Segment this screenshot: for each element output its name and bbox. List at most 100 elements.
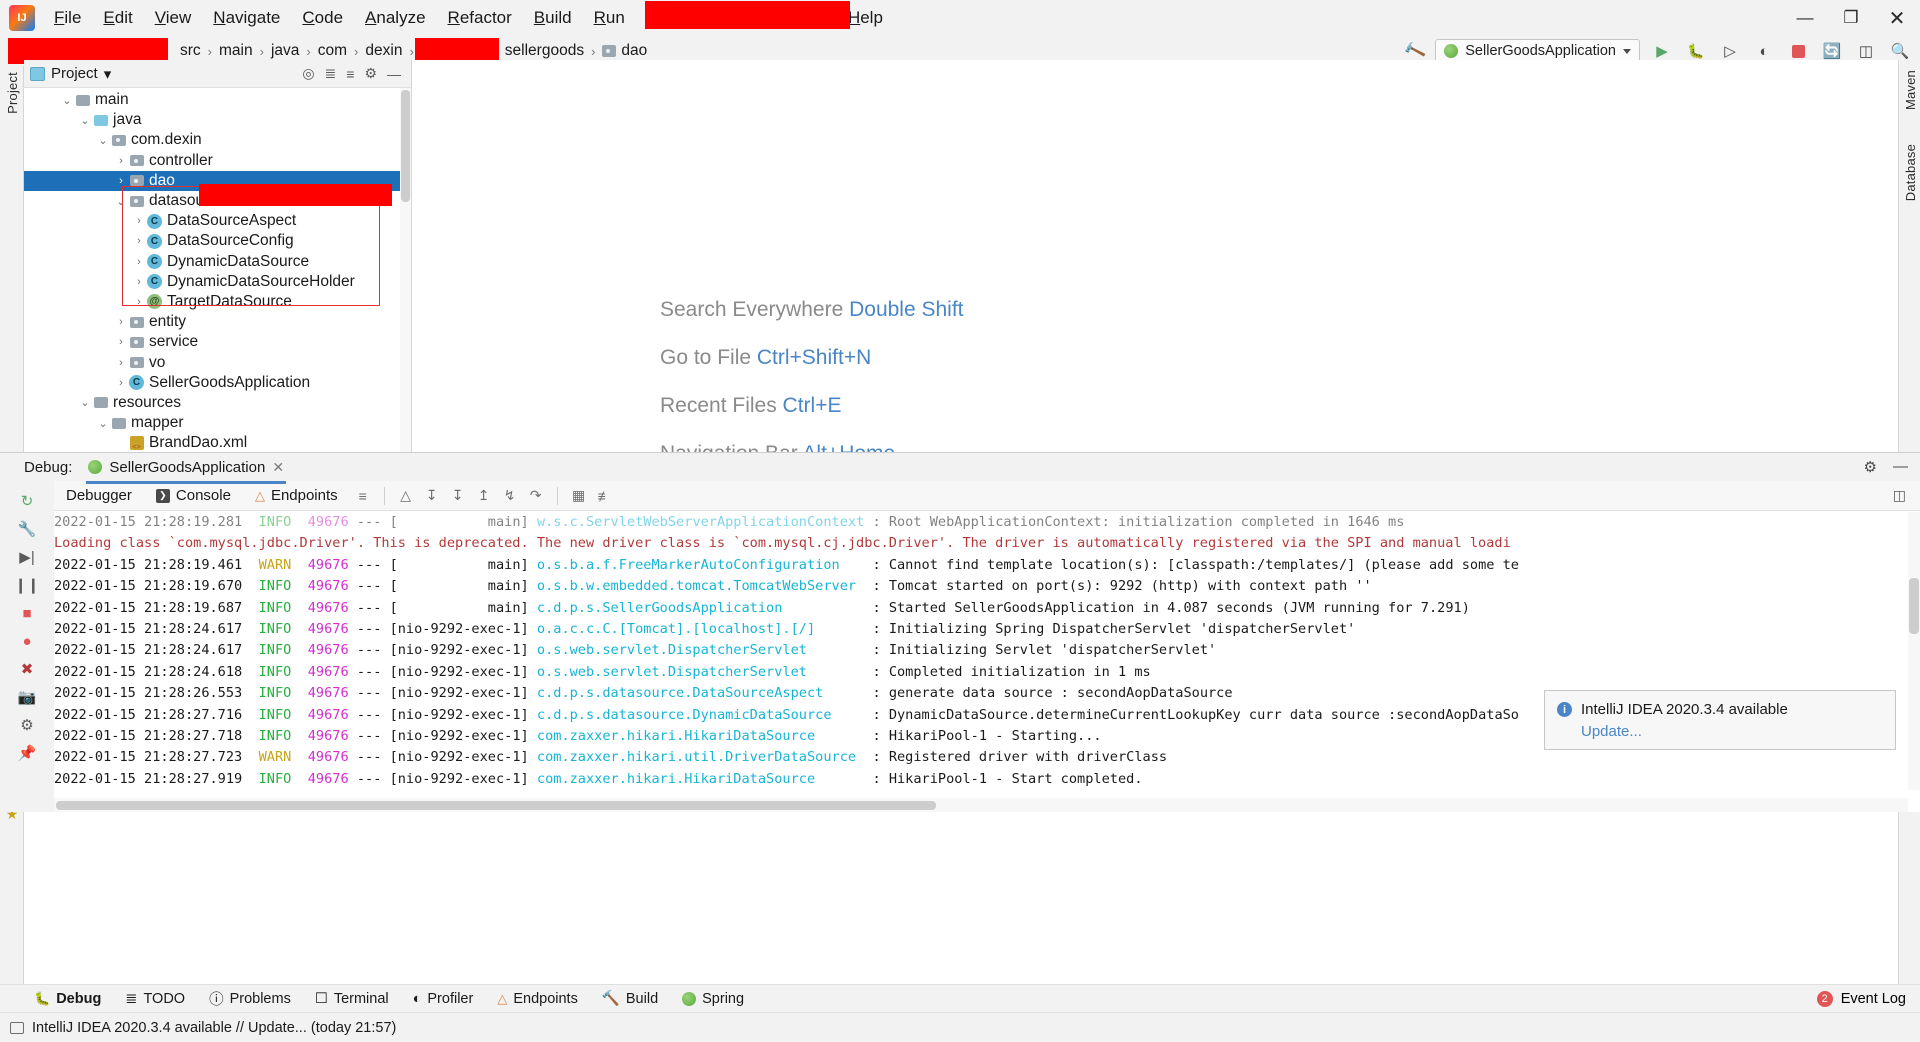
tree-node-mapper[interactable]: ⌄ mapper [24,413,411,433]
menu-item-file[interactable]: File [43,4,92,32]
breadcrumb-com[interactable]: com [312,42,353,60]
run-to-cursor-icon[interactable]: ↷ [523,485,549,507]
rerun-icon[interactable]: ↻ [14,487,40,515]
close-icon[interactable]: ✕ [272,459,284,476]
chevron-down-icon[interactable]: ⌄ [78,396,92,409]
tree-node-dynamicdatasourceholder[interactable]: › C DynamicDataSourceHolder [24,272,411,292]
view-breakpoints-icon[interactable]: ✖ [14,655,40,683]
breadcrumb-sellergoods[interactable]: sellergoods [499,42,590,60]
gear-icon[interactable]: ⚙ [364,65,377,82]
console-vertical-scrollbar[interactable] [1908,512,1920,790]
chevron-right-icon[interactable]: › [132,276,146,288]
menu-item-edit[interactable]: Edit [92,4,143,32]
step-into-icon[interactable]: ↧ [445,485,471,507]
menu-item-navigate[interactable]: Navigate [202,4,291,32]
settings-icon[interactable]: ⚙ [14,711,40,739]
tree-node-java[interactable]: ⌄ java [24,110,411,130]
expand-all-icon[interactable]: ≣ [325,65,337,82]
balloon-update-link[interactable]: Update... [1581,723,1883,740]
locate-icon[interactable]: ◎ [302,65,314,82]
tab-endpoints[interactable]: △ Endpoints [243,487,350,504]
bottom-tab-todo[interactable]: ≣ TODO [113,991,197,1007]
menu-item-run[interactable]: Run [583,4,636,32]
tree-node-dynamicdatasource[interactable]: › C DynamicDataSource [24,252,411,272]
step-over-icon[interactable]: ↧ [419,485,445,507]
pause-icon[interactable]: ❙❙ [14,571,40,599]
console-vscroll-thumb[interactable] [1909,578,1919,634]
evaluate-icon[interactable]: ▦ [566,485,592,507]
console-hscroll-thumb[interactable] [56,801,936,810]
list-icon[interactable]: ≡ [350,485,376,507]
gear-icon[interactable]: ⚙ [1864,458,1877,476]
force-step-icon[interactable]: ↥ [471,485,497,507]
menu-item-code[interactable]: Code [291,4,354,32]
camera-icon[interactable]: 📷 [14,683,40,711]
drop-frame-icon[interactable]: ↯ [497,485,523,507]
chevron-down-icon[interactable]: ⌄ [78,114,92,127]
tree-node-service[interactable]: › service [24,332,411,352]
chevron-right-icon[interactable]: › [132,215,146,227]
debug-session-tab[interactable]: SellerGoodsApplication ✕ [80,456,290,484]
project-scrollbar[interactable] [400,88,411,452]
breadcrumb-src[interactable]: src [174,42,207,60]
tree-node-datasourceaspect[interactable]: › C DataSourceAspect [24,211,411,231]
step-out-icon[interactable]: △ [393,485,419,507]
tree-node-branddao-xml[interactable]: BrandDao.xml [24,433,411,453]
bottom-tab-build[interactable]: 🔨 Build [590,990,670,1008]
menu-item-analyze[interactable]: Analyze [354,4,436,32]
tree-node-resources[interactable]: ⌄ resources [24,393,411,413]
menu-item-build[interactable]: Build [523,4,583,32]
tree-node-com-dexin[interactable]: ⌄ com.dexin [24,130,411,150]
tree-node-controller[interactable]: › controller [24,151,411,171]
menu-item-view[interactable]: View [144,4,203,32]
settings-icon[interactable]: ≢ [592,485,618,507]
chevron-right-icon[interactable]: › [132,256,146,268]
status-message[interactable]: IntelliJ IDEA 2020.3.4 available // Upda… [32,1020,396,1036]
tree-node-datasourceconfig[interactable]: › C DataSourceConfig [24,231,411,251]
chevron-right-icon[interactable]: › [114,336,128,348]
console-layout-icon[interactable]: ◫ [1893,487,1906,504]
chevron-down-icon[interactable]: ⌄ [60,94,74,107]
sidebar-item-maven[interactable]: Maven [1899,64,1920,116]
console-horizontal-scrollbar[interactable] [54,798,1908,812]
breadcrumb-main[interactable]: main [213,42,259,60]
tree-node-sellergoodsapplication[interactable]: › C SellerGoodsApplication [24,373,411,393]
breadcrumb-java[interactable]: java [265,42,305,60]
tree-node-main[interactable]: ⌄ main [24,90,411,110]
chevron-right-icon[interactable]: › [132,235,146,247]
bottom-tab-spring[interactable]: Spring [670,991,756,1007]
breadcrumb-dexin[interactable]: dexin [359,42,408,60]
chevron-right-icon[interactable]: › [114,357,128,369]
close-button[interactable]: ✕ [1874,1,1920,35]
chevron-down-icon[interactable]: ⌄ [114,195,128,208]
minimize-button[interactable]: — [1782,1,1828,35]
minimize-icon[interactable]: — [1893,458,1908,476]
tree-node-targetdatasource[interactable]: › @ TargetDataSource [24,292,411,312]
tree-node-entity[interactable]: › entity [24,312,411,332]
menu-item-refactor[interactable]: Refactor [437,4,523,32]
project-tree[interactable]: ⌄ main ⌄ java ⌄ com.dexin › controller › dao ⌄ data… [24,88,411,453]
chevron-down-icon[interactable]: ⌄ [96,134,110,147]
tab-console[interactable]: ❯ Console [144,487,243,504]
breadcrumb-dao[interactable]: dao [596,42,653,60]
chevron-right-icon[interactable]: › [114,175,128,187]
sidebar-item-database[interactable]: Database [1899,138,1920,207]
stop-icon[interactable]: ■ [14,599,40,627]
chevron-down-icon[interactable]: ▾ [104,65,112,83]
bottom-tab-endpoints[interactable]: △ Endpoints [485,991,590,1007]
sidebar-item-project[interactable]: Project [0,66,24,120]
mute-breakpoints-icon[interactable]: ● [14,627,40,655]
tab-debugger[interactable]: Debugger [54,487,144,504]
chevron-down-icon[interactable]: ⌄ [96,417,110,430]
chevron-right-icon[interactable]: › [114,316,128,328]
bottom-tab-debug[interactable]: 🐛 Debug [22,991,113,1007]
pin-icon[interactable]: 📌 [14,739,40,767]
chevron-right-icon[interactable]: › [114,377,128,389]
bottom-tab-problems[interactable]: ⓘ Problems [197,988,303,1009]
wrench-icon[interactable]: 🔧 [14,515,40,543]
event-log-button[interactable]: Event Log [1841,991,1906,1007]
bottom-tab-terminal[interactable]: ☐ Terminal [303,991,401,1007]
chevron-right-icon[interactable]: › [132,296,146,308]
hide-icon[interactable]: — [387,66,401,82]
collapse-all-icon[interactable]: ≡ [346,66,354,82]
